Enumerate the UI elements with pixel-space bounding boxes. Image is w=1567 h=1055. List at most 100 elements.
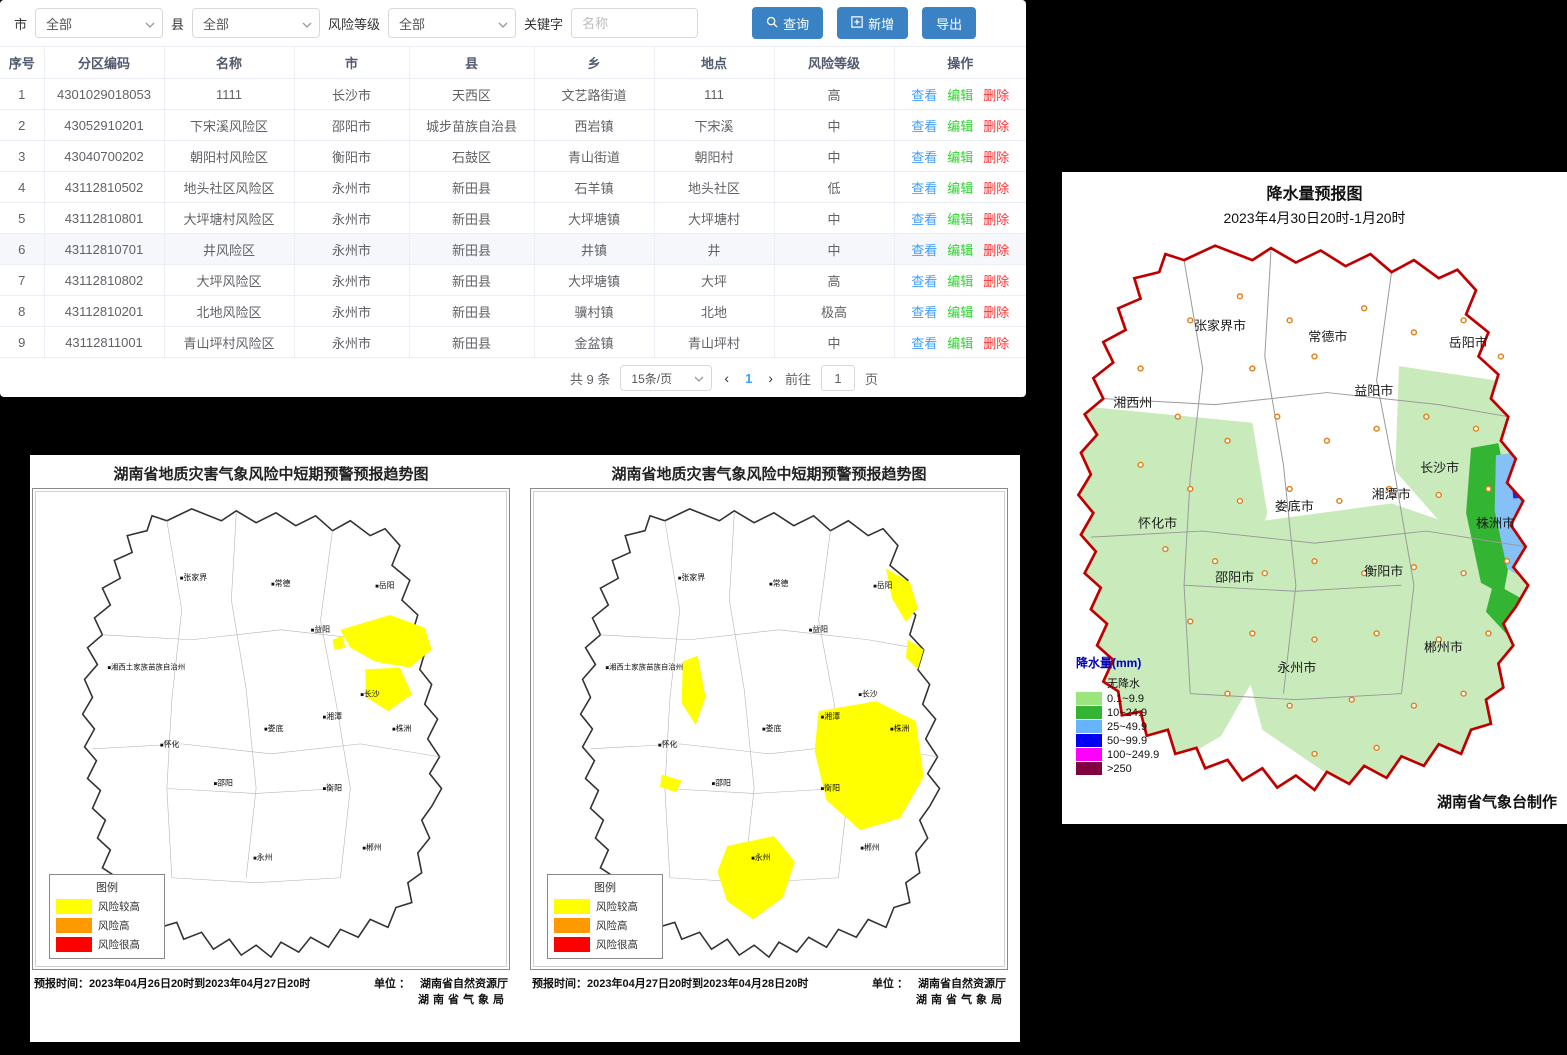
chevron-down-icon: [498, 18, 508, 33]
delete-link[interactable]: 删除: [983, 119, 1009, 134]
page-size-select[interactable]: 15条/页: [620, 365, 712, 391]
unit-line2: 湖南省气象局: [418, 991, 508, 1007]
next-page-icon[interactable]: ›: [766, 370, 775, 386]
col-header-county: 县: [409, 47, 534, 79]
trend-legend: 图例 风险较高 风险高 风险很高: [49, 874, 165, 959]
delete-link[interactable]: 删除: [983, 181, 1009, 196]
svg-text:郴州市: 郴州市: [1424, 640, 1463, 655]
svg-text:常德市: 常德市: [1308, 329, 1347, 344]
risk-level-select[interactable]: 全部: [388, 8, 516, 38]
current-page-button[interactable]: 1: [741, 371, 756, 386]
edit-link[interactable]: 编辑: [947, 336, 973, 351]
map-credit: 湖南省气象台制作: [1437, 791, 1557, 812]
svg-text:衡阳市: 衡阳市: [1364, 564, 1403, 579]
delete-link[interactable]: 删除: [983, 274, 1009, 289]
risk-level-select-value: 全部: [399, 14, 425, 33]
edit-link[interactable]: 编辑: [947, 212, 973, 227]
svg-text:■郴州: ■郴州: [362, 843, 382, 852]
svg-text:■长沙: ■长沙: [360, 688, 380, 698]
toolbar: 查询 新增 导出: [752, 7, 976, 39]
precip-legend-title: 降水量(mm): [1076, 654, 1159, 671]
trend-legend: 图例 风险较高 风险高 风险很高: [547, 874, 663, 959]
legend-swatch-blue: [1076, 734, 1102, 747]
svg-text:湘潭市: 湘潭市: [1372, 487, 1411, 502]
goto-label: 前往: [785, 369, 811, 388]
svg-text:■常德: ■常德: [271, 578, 291, 588]
view-link[interactable]: 查看: [911, 336, 937, 351]
svg-text:■娄底: ■娄底: [762, 723, 782, 733]
add-button[interactable]: 新增: [837, 7, 908, 39]
edit-link[interactable]: 编辑: [947, 88, 973, 103]
table-row: 643112810701井风险区永州市新田县井镇井中 查看编辑删除: [0, 234, 1026, 265]
svg-text:长沙市: 长沙市: [1420, 460, 1459, 475]
col-header-name: 名称: [164, 47, 294, 79]
goto-page-input[interactable]: [821, 365, 855, 391]
chevron-down-icon: [302, 18, 312, 33]
edit-link[interactable]: 编辑: [947, 181, 973, 196]
svg-text:■娄底: ■娄底: [264, 723, 284, 733]
view-link[interactable]: 查看: [911, 119, 937, 134]
city-filter-label: 市: [14, 14, 27, 33]
trend-map-2: ■张家界 ■常德 ■岳阳 ■湘西土家族苗族自治州 ■益阳 ■长沙 ■湘潭 ■株洲…: [530, 488, 1008, 970]
table-row: 243052910201下宋溪风险区邵阳市城步苗族自治县西岩镇下宋溪中 查看编辑…: [0, 110, 1026, 141]
delete-link[interactable]: 删除: [983, 305, 1009, 320]
col-header-seq: 序号: [0, 47, 44, 79]
city-select[interactable]: 全部: [35, 8, 163, 38]
trend-map-figure-1: 湖南省地质灾害气象风险中短期预警预报趋势图 ■张家界 ■常德: [32, 461, 510, 1042]
table-row: 543112810801大坪塘村风险区永州市新田县大坪塘镇大坪塘村中 查看编辑删…: [0, 203, 1026, 234]
svg-text:■湘潭: ■湘潭: [323, 711, 343, 721]
delete-link[interactable]: 删除: [983, 88, 1009, 103]
unit-line2: 湖南省气象局: [916, 991, 1006, 1007]
svg-text:■张家界: ■张家界: [180, 572, 207, 582]
rain-band-purple: [1521, 479, 1530, 487]
county-select[interactable]: 全部: [192, 8, 320, 38]
svg-text:■怀化: ■怀化: [658, 739, 678, 749]
col-header-risk: 风险等级: [774, 47, 894, 79]
view-link[interactable]: 查看: [911, 181, 937, 196]
view-link[interactable]: 查看: [911, 150, 937, 165]
delete-link[interactable]: 删除: [983, 243, 1009, 258]
city-select-value: 全部: [46, 14, 72, 33]
edit-link[interactable]: 编辑: [947, 150, 973, 165]
view-link[interactable]: 查看: [911, 212, 937, 227]
view-link[interactable]: 查看: [911, 88, 937, 103]
svg-text:张家界市: 张家界市: [1194, 318, 1246, 333]
col-header-town: 乡: [534, 47, 654, 79]
delete-link[interactable]: 删除: [983, 212, 1009, 227]
svg-text:湘西州: 湘西州: [1113, 395, 1152, 410]
view-link[interactable]: 查看: [911, 243, 937, 258]
edit-link[interactable]: 编辑: [947, 243, 973, 258]
page-unit-label: 页: [865, 369, 878, 388]
keyword-input[interactable]: [571, 8, 698, 38]
prev-page-icon[interactable]: ‹: [722, 370, 731, 386]
county-filter-label: 县: [171, 14, 184, 33]
table-row: 343040700202朝阳村风险区衡阳市石鼓区青山街道朝阳村中 查看编辑删除: [0, 141, 1026, 172]
trend-maps-panel: 湖南省地质灾害气象风险中短期预警预报趋势图 ■张家界 ■常德: [30, 455, 1020, 1042]
edit-link[interactable]: 编辑: [947, 274, 973, 289]
svg-text:■永州: ■永州: [253, 852, 273, 862]
delete-link[interactable]: 删除: [983, 336, 1009, 351]
svg-text:■株洲: ■株洲: [890, 723, 910, 733]
edit-link[interactable]: 编辑: [947, 119, 973, 134]
svg-text:■株洲: ■株洲: [392, 723, 412, 733]
legend-swatch-light-blue: [1076, 720, 1102, 733]
legend-swatch-orange: [554, 918, 590, 933]
svg-text:■益阳: ■益阳: [809, 624, 829, 634]
view-link[interactable]: 查看: [911, 305, 937, 320]
legend-swatch-red: [56, 937, 92, 952]
svg-text:■岳阳: ■岳阳: [873, 580, 893, 590]
svg-text:永州市: 永州市: [1277, 660, 1316, 675]
county-select-value: 全部: [203, 14, 229, 33]
svg-text:株洲市: 株洲市: [1476, 516, 1515, 531]
view-link[interactable]: 查看: [911, 274, 937, 289]
keyword-filter-label: 关键字: [524, 14, 563, 33]
trend-map-footer: 预报时间：2023年04月26日20时到2023年04月27日20时 单位 ： …: [32, 970, 510, 1007]
search-button[interactable]: 查询: [752, 7, 823, 39]
edit-link[interactable]: 编辑: [947, 305, 973, 320]
export-button[interactable]: 导出: [922, 7, 976, 39]
svg-text:■衡阳: ■衡阳: [323, 782, 343, 792]
svg-text:■岳阳: ■岳阳: [375, 580, 395, 590]
col-header-place: 地点: [654, 47, 774, 79]
svg-text:益阳市: 益阳市: [1354, 383, 1393, 398]
delete-link[interactable]: 删除: [983, 150, 1009, 165]
